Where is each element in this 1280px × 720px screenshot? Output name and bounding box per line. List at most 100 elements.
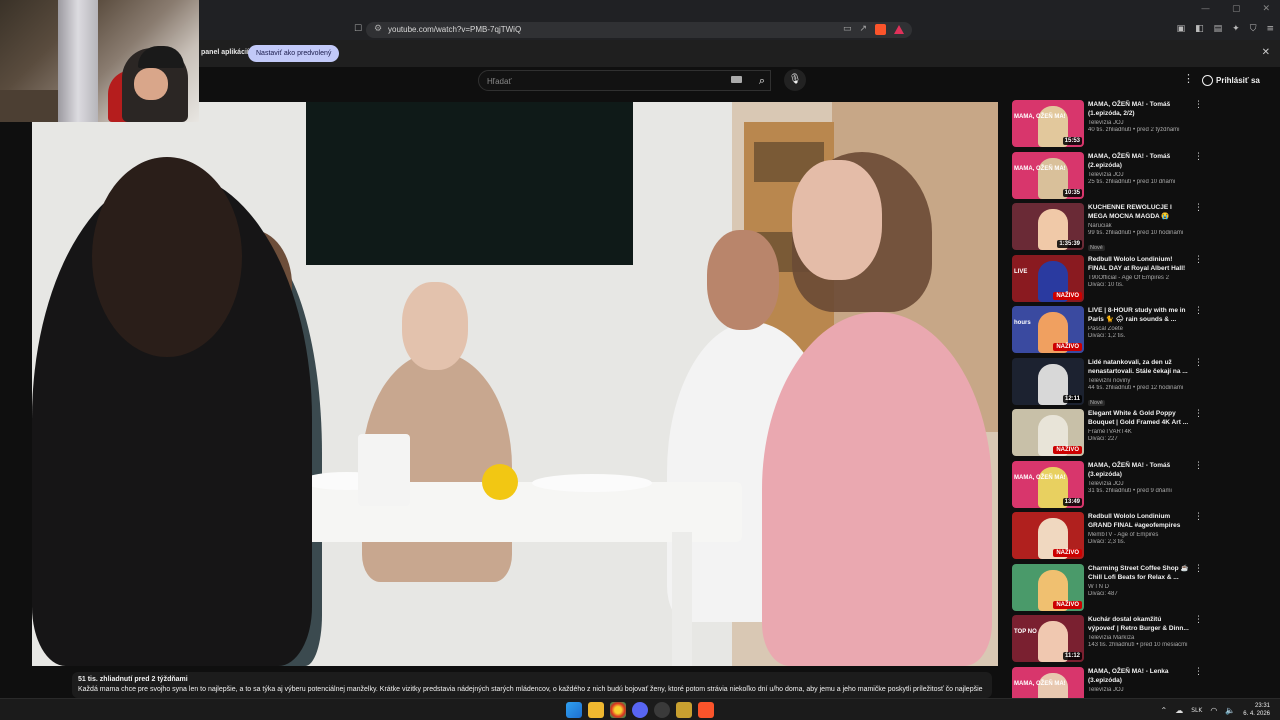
recommendation-thumbnail[interactable]: TOP NO 11:12 [1012,615,1084,662]
recommendation-item[interactable]: LIVE NAŽIVO Redbull Wololo Londinium! FINA… [1008,254,1208,305]
clock[interactable]: 23:31 6. 4. 2026 [1243,702,1270,718]
recommendation-title[interactable]: Elegant White & Gold Poppy Bouquet | Gol… [1088,409,1190,427]
channel-name[interactable]: Televízia JOJ [1088,481,1190,487]
recommendation-item[interactable]: 1:35:39 KUCHENNE REWOLUCJE I MEGA MOCNA M… [1008,203,1208,253]
recommendation-thumbnail[interactable]: MAMA, OŽEŇ MA! 15:53 [1012,100,1084,147]
recommendation-thumbnail[interactable]: MAMA, OŽEŇ MA! 10:35 [1012,151,1084,199]
recommendation-item[interactable]: 12:11 Lidé natankovali, za den už nenasta… [1008,357,1208,408]
onedrive-icon[interactable]: ☁ [1175,706,1183,715]
recommendation-thumbnail[interactable]: MAMA, OŽEŇ MA! [1012,666,1084,700]
recommendation-item[interactable]: hours NAŽIVO LIVE | 8-HOUR study with me i… [1008,306,1208,356]
browser-menu-icon[interactable]: ≡ [1266,24,1274,34]
taskbar-apps [566,702,714,718]
recommendation-title[interactable]: Lidé natankovali, za den už nenastartova… [1088,358,1190,376]
set-default-button[interactable]: Nastaviť ako predvolený [248,45,340,62]
recommendation-item[interactable]: TOP NO 11:12 Kuchár dostal okamžitú výpove… [1008,615,1208,665]
more-actions-icon[interactable]: ⋮ [1194,152,1203,162]
language-indicator[interactable]: SLK [1191,707,1202,714]
recommendation-title[interactable]: Redbull Wololo Londinium GRAND FINAL #ag… [1088,512,1190,530]
video-description[interactable]: 51 tis. zhliadnutí pred 2 týždňami Každá… [72,672,992,698]
recommendation-item[interactable]: MAMA, OŽEŇ MA! MAMA, OŽEŇ MA! - Lenka (3.… [1008,666,1208,700]
github-icon[interactable] [654,702,670,718]
more-actions-icon[interactable]: ⋮ [1194,100,1203,110]
volume-icon[interactable]: 🔈 [1225,706,1235,715]
sidebar-icon[interactable]: ◧ [1195,24,1204,34]
recommendation-title[interactable]: LIVE | 8-HOUR study with me in Paris 🐈 🌧… [1088,306,1190,324]
recommendation-item[interactable]: NAŽIVO Elegant White & Gold Poppy Bouquet… [1008,409,1208,459]
channel-name[interactable]: Televízia JOJ [1088,172,1190,178]
recommendation-title[interactable]: MAMA, OŽEŇ MA! - Tomáš (2.epizóda) [1088,152,1190,170]
keyboard-icon[interactable] [731,76,742,83]
more-actions-icon[interactable]: ⋮ [1194,564,1203,574]
bookmark-icon[interactable]: ☐ [354,24,362,34]
recommendation-thumbnail[interactable]: NAŽIVO [1012,409,1084,456]
recommendation-item[interactable]: NAŽIVO Redbull Wololo Londinium GRAND FIN… [1008,512,1208,562]
recommendation-title[interactable]: KUCHENNE REWOLUCJE I MEGA MOCNA MAGDA 😭 [1088,203,1190,221]
share-icon[interactable]: ↗ [859,24,867,35]
minimize-icon[interactable]: — [1201,4,1210,14]
recommendation-thumbnail[interactable]: LIVE NAŽIVO [1012,254,1084,302]
recommendation-thumbnail[interactable]: NAŽIVO [1012,512,1084,559]
search-input[interactable]: Hľadať [478,70,771,91]
discord-icon[interactable] [632,702,648,718]
recommendation-item[interactable]: MAMA, OŽEŇ MA! 10:35 MAMA, OŽEŇ MA! - Tomá… [1008,151,1208,202]
brave-shield-icon[interactable] [875,24,886,35]
recommendation-thumbnail[interactable]: 12:11 [1012,357,1084,405]
recommendation-title[interactable]: Charming Street Coffee Shop ☕ Chill Lofi… [1088,564,1190,582]
more-actions-icon[interactable]: ⋮ [1194,461,1203,471]
address-bar[interactable]: ⚙ youtube.com/watch?v=PMB-7qjTWiQ ▭ ↗ [366,22,912,38]
more-options-icon[interactable]: ⋮ [1183,72,1194,85]
cast-icon[interactable]: ▭ [843,24,852,35]
more-actions-icon[interactable]: ⋮ [1194,409,1203,419]
recommendation-title[interactable]: MAMA, OŽEŇ MA! - Tomáš (1.epizóda, 2/2) [1088,100,1190,118]
recommendation-thumbnail[interactable]: MAMA, OŽEŇ MA! 13:49 [1012,460,1084,508]
channel-name[interactable]: Televizní noviny [1088,378,1190,384]
chrome-icon[interactable] [610,702,626,718]
file-explorer-icon[interactable] [588,702,604,718]
more-actions-icon[interactable]: ⋮ [1194,358,1203,368]
channel-name[interactable]: Televízia JOJ [1088,687,1190,693]
recommendation-title[interactable]: MAMA, OŽEŇ MA! - Lenka (3.epizóda) [1088,667,1190,685]
channel-name[interactable]: T90Official - Age Of Empires 2 [1088,275,1190,281]
channel-name[interactable]: Naruciak [1088,223,1190,229]
channel-name[interactable]: MembTV - Age of Empires [1088,532,1190,538]
more-actions-icon[interactable]: ⋮ [1194,512,1203,522]
more-actions-icon[interactable]: ⋮ [1194,615,1203,625]
channel-name[interactable]: Televízia JOJ [1088,120,1190,126]
site-info-icon[interactable]: ⚙ [374,24,382,34]
recommendation-item[interactable]: MAMA, OŽEŇ MA! 13:49 MAMA, OŽEŇ MA! - Tomá… [1008,460,1208,511]
start-icon[interactable] [566,702,582,718]
wifi-icon[interactable]: ◠ [1210,706,1217,715]
channel-name[interactable]: FrameTVART4K [1088,429,1190,435]
brave-icon[interactable] [698,702,714,718]
recommendation-thumbnail[interactable]: hours NAŽIVO [1012,306,1084,353]
infobar-close-icon[interactable]: ✕ [1262,47,1270,58]
extension-icon[interactable]: ▣ [1177,24,1186,34]
tray-overflow-icon[interactable]: ⌃ [1161,706,1168,715]
more-actions-icon[interactable]: ⋮ [1194,667,1203,677]
microphone-icon[interactable]: 🎙 [784,69,806,91]
channel-name[interactable]: Televízia Markíza [1088,635,1190,641]
wallet-icon[interactable]: ▤ [1214,24,1223,34]
recommendation-title[interactable]: MAMA, OŽEŇ MA! - Tomáš (3.epizóda) [1088,461,1190,479]
search-button[interactable]: ⌕ [748,70,776,91]
recommendation-item[interactable]: MAMA, OŽEŇ MA! 15:53 MAMA, OŽEŇ MA! - Tomá… [1008,100,1208,150]
recommendation-title[interactable]: Redbull Wololo Londinium! FINAL DAY at R… [1088,255,1190,273]
more-actions-icon[interactable]: ⋮ [1194,306,1203,316]
brave-rewards-icon[interactable] [894,25,904,34]
recommendation-thumbnail[interactable]: NAŽIVO [1012,563,1084,611]
recommendation-item[interactable]: NAŽIVO Charming Street Coffee Shop ☕ Chil… [1008,563,1208,614]
sign-in-button[interactable]: Prihlásiť sa [1202,71,1260,89]
recommendation-title[interactable]: Kuchár dostal okamžitú výpoveď | Retro B… [1088,615,1190,633]
channel-name[interactable]: W I N D [1088,584,1190,590]
more-actions-icon[interactable]: ⋮ [1194,203,1203,213]
close-window-icon[interactable]: ✕ [1262,4,1270,14]
vpn-icon[interactable]: ⛉ [1250,24,1257,34]
more-actions-icon[interactable]: ⋮ [1194,255,1203,265]
video-player[interactable] [32,102,998,666]
recommendation-thumbnail[interactable]: 1:35:39 [1012,203,1084,250]
channel-name[interactable]: Pascal Zoete [1088,326,1190,332]
app-icon[interactable] [676,702,692,718]
maximize-icon[interactable]: ▢ [1232,4,1241,14]
leo-ai-icon[interactable]: ✦ [1232,24,1240,34]
